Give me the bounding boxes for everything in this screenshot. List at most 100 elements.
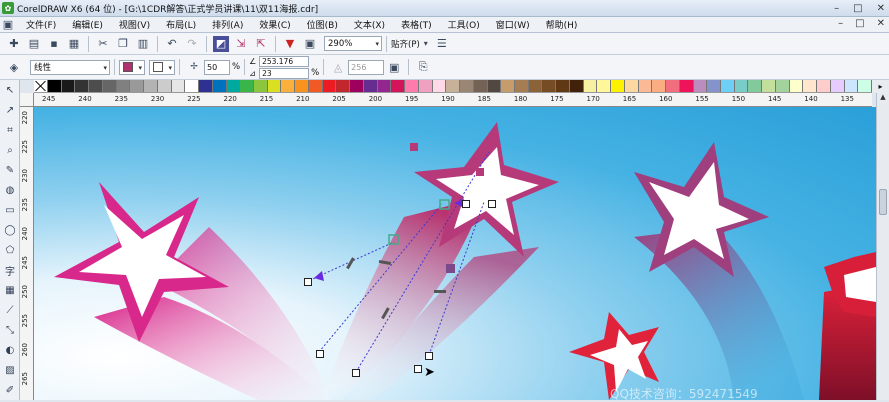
- palette-swatch[interactable]: [844, 80, 859, 92]
- palette-swatch[interactable]: [501, 80, 515, 92]
- palette-swatch[interactable]: [254, 80, 268, 92]
- palette-swatch[interactable]: [432, 80, 447, 92]
- angle-input[interactable]: 253.176: [259, 55, 310, 67]
- palette-swatch[interactable]: [679, 80, 694, 92]
- palette-swatch[interactable]: [858, 80, 873, 92]
- shape-tool-icon[interactable]: ↗: [1, 101, 19, 120]
- palette-swatch[interactable]: [830, 80, 845, 92]
- palette-swatch[interactable]: [391, 80, 406, 92]
- palette-swatch[interactable]: [350, 80, 364, 92]
- palette-swatch[interactable]: [281, 80, 296, 92]
- no-color-swatch[interactable]: [34, 80, 48, 92]
- palette-swatch[interactable]: [322, 80, 337, 92]
- table-tool-icon[interactable]: ▦: [1, 281, 19, 300]
- menu-text[interactable]: 文本(X): [346, 18, 393, 31]
- close-icon[interactable]: ✕: [877, 3, 885, 14]
- palette-swatch[interactable]: [707, 80, 721, 92]
- menu-bitmaps[interactable]: 位图(B): [299, 18, 346, 31]
- palette-swatch[interactable]: [171, 80, 186, 92]
- pick-tool-icon[interactable]: ↖: [1, 81, 19, 100]
- palette-swatch[interactable]: [199, 80, 213, 92]
- palette-scroll-arrow-icon[interactable]: ▸: [872, 80, 889, 93]
- vertical-scrollbar[interactable]: ▲: [876, 93, 889, 400]
- rectangle-tool-icon[interactable]: ▭: [1, 201, 19, 220]
- snap-to-menu[interactable]: 贴齐(P): [391, 38, 420, 50]
- lock-steps-icon[interactable]: ▣: [386, 59, 402, 75]
- menu-arrange[interactable]: 排列(A): [204, 18, 251, 31]
- start-color-picker[interactable]: ▾: [119, 59, 145, 75]
- drawing-canvas[interactable]: ➤: [34, 107, 876, 400]
- vector-start-handle[interactable]: [425, 352, 433, 360]
- palette-swatch[interactable]: [556, 80, 570, 92]
- export-icon[interactable]: ⇱: [253, 36, 269, 52]
- vertical-ruler[interactable]: 220 225 230 235 240 245 250 255 260 265: [20, 107, 34, 400]
- paste-icon[interactable]: ▥: [135, 36, 151, 52]
- import-icon[interactable]: ⇲: [233, 36, 249, 52]
- palette-swatch[interactable]: [748, 80, 763, 92]
- palette-swatch[interactable]: [116, 80, 131, 92]
- palette-swatch[interactable]: [336, 80, 351, 92]
- copy-icon[interactable]: ❐: [115, 36, 131, 52]
- palette-swatch[interactable]: [377, 80, 392, 92]
- save-icon[interactable]: ▪: [46, 36, 62, 52]
- palette-swatch[interactable]: [460, 80, 474, 92]
- palette-swatch[interactable]: [514, 80, 529, 92]
- crop-tool-icon[interactable]: ⌗: [1, 121, 19, 140]
- palette-swatch[interactable]: [295, 80, 309, 92]
- palette-swatch[interactable]: [734, 80, 749, 92]
- palette-swatch[interactable]: [446, 80, 461, 92]
- palette-swatch[interactable]: [405, 80, 419, 92]
- menu-effects[interactable]: 效果(C): [251, 18, 298, 31]
- palette-swatch[interactable]: [666, 80, 680, 92]
- zoom-level-select[interactable]: 290% ▾: [324, 36, 382, 51]
- zoom-tool-icon[interactable]: ⌕: [1, 141, 19, 160]
- menu-tools[interactable]: 工具(O): [440, 18, 488, 31]
- eyedropper-tool-icon[interactable]: ✐: [1, 381, 19, 400]
- vector-start-handle[interactable]: [352, 369, 360, 377]
- menu-file[interactable]: 文件(F): [18, 18, 64, 31]
- palette-swatch[interactable]: [61, 80, 76, 92]
- menu-help[interactable]: 帮助(H): [538, 18, 586, 31]
- palette-swatch[interactable]: [624, 80, 639, 92]
- palette-swatch[interactable]: [638, 80, 653, 92]
- palette-swatch[interactable]: [363, 80, 378, 92]
- menu-layout[interactable]: 布局(L): [158, 18, 204, 31]
- palette-swatch[interactable]: [212, 80, 227, 92]
- cut-icon[interactable]: ✂: [95, 36, 111, 52]
- blend-tool-icon[interactable]: ◐: [1, 341, 19, 360]
- fill-tool-icon[interactable]: ◈: [6, 59, 22, 75]
- menu-window[interactable]: 窗口(W): [488, 18, 538, 31]
- transparency-type-select[interactable]: 线性 ▾: [30, 59, 110, 75]
- palette-swatch[interactable]: [157, 80, 172, 92]
- palette-swatch[interactable]: [542, 80, 557, 92]
- vector-start-handle[interactable]: [304, 278, 312, 286]
- palette-swatch[interactable]: [226, 80, 241, 92]
- palette-swatch[interactable]: [75, 80, 90, 92]
- palette-swatch[interactable]: [775, 80, 790, 92]
- ellipse-tool-icon[interactable]: ◯: [1, 221, 19, 240]
- doc-restore-icon[interactable]: □: [855, 18, 864, 29]
- doc-close-icon[interactable]: ✕: [877, 18, 885, 29]
- redo-icon[interactable]: ↷: [184, 36, 200, 52]
- edge-pad-input[interactable]: 23: [259, 67, 310, 79]
- palette-swatch[interactable]: [762, 80, 776, 92]
- search-content-icon[interactable]: ◩: [213, 35, 229, 52]
- copy-properties-icon[interactable]: ⎘: [415, 59, 431, 75]
- palette-swatch[interactable]: [803, 80, 818, 92]
- print-icon[interactable]: ▦: [66, 36, 82, 52]
- palette-swatch[interactable]: [240, 80, 255, 92]
- chevron-down-icon[interactable]: ▾: [422, 36, 430, 52]
- dimension-tool-icon[interactable]: ⟋: [1, 301, 19, 320]
- smart-fill-icon[interactable]: ◍: [1, 181, 19, 200]
- text-tool-icon[interactable]: 字: [1, 261, 19, 280]
- palette-swatch[interactable]: [48, 80, 62, 92]
- palette-swatch[interactable]: [569, 80, 584, 92]
- vector-start-handle[interactable]: [316, 350, 324, 358]
- horizontal-ruler[interactable]: 245 240 235 230 225 220 215 210 205 200 195 190 185 1…: [34, 93, 872, 107]
- palette-swatch[interactable]: [418, 80, 433, 92]
- menu-edit[interactable]: 编辑(E): [64, 18, 111, 31]
- maximize-icon[interactable]: □: [853, 3, 862, 14]
- end-color-picker[interactable]: ▾: [149, 59, 175, 75]
- palette-swatch[interactable]: [267, 80, 282, 92]
- palette-swatch[interactable]: [817, 80, 831, 92]
